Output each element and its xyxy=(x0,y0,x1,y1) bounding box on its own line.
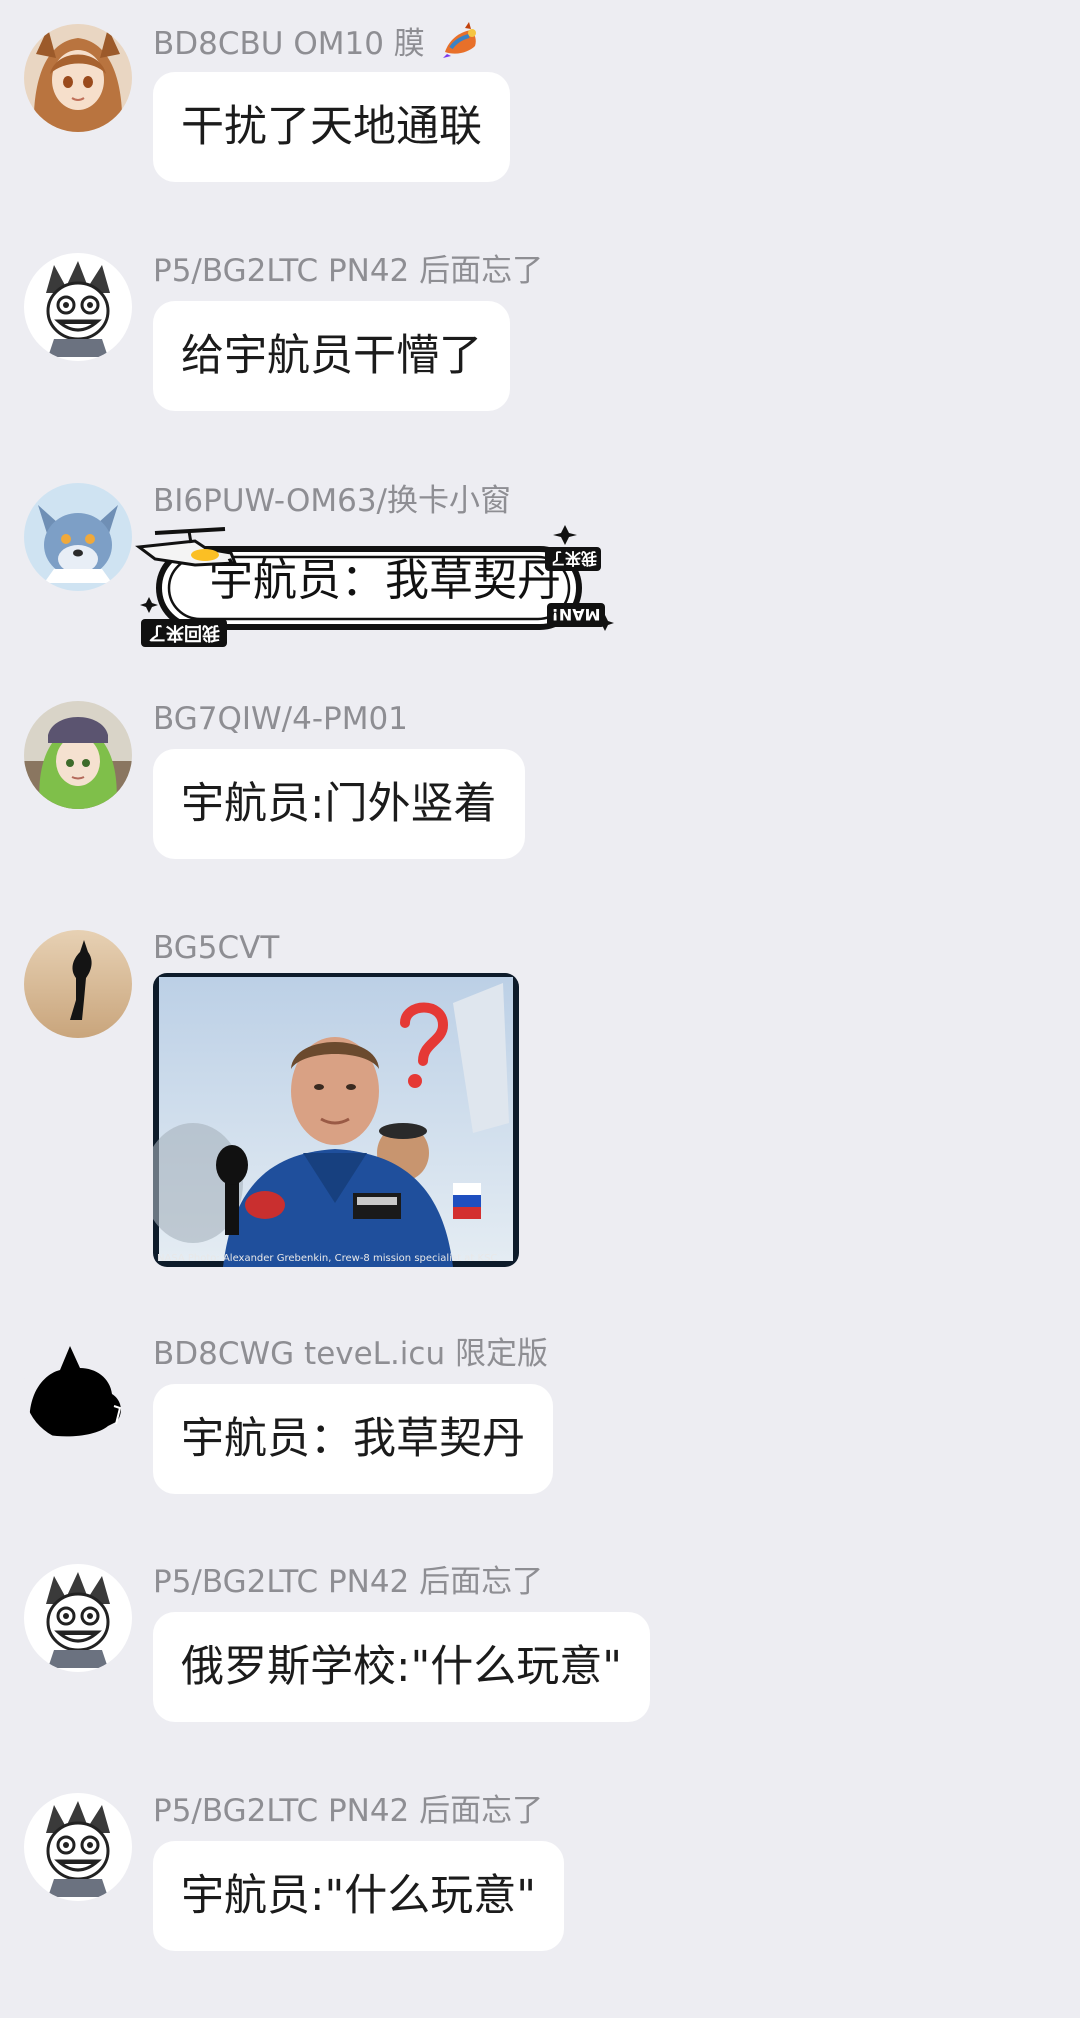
sender-name: BG5CVT xyxy=(153,930,280,966)
sender-name: P5/BG2LTC PN42 后面忘了 xyxy=(153,253,544,289)
message-bubble[interactable]: 给宇航员干懵了 xyxy=(153,301,510,411)
black-cat-avatar[interactable] xyxy=(24,1334,132,1442)
silhouette-beach-avatar[interactable] xyxy=(24,930,132,1038)
blue-furry-avatar[interactable] xyxy=(24,483,132,591)
astronaut-question-mark-photo[interactable]: NASA Photo: Alexander Grebenkin, Crew-8 … xyxy=(153,973,519,1267)
message-row: BG5CVT NASA Photo: Alexander Grebenkin, … xyxy=(0,928,1080,1298)
sticker-deco-bottom-left: 我回来了 xyxy=(148,622,220,643)
message-bubble[interactable]: 俄罗斯学校:"什么玩意" xyxy=(153,1612,651,1722)
helicopter-banner-sticker[interactable]: 我来了 MAN! 我回来了 宇航员：我草契丹 xyxy=(135,519,619,651)
sender-name-text: BD8CBU OM10 膜 xyxy=(153,26,425,62)
message-row: P5/BG2LTC PN42 后面忘了 宇航员:"什么玩意" xyxy=(0,1791,1080,1971)
dragon-emoji-icon xyxy=(441,22,483,60)
message-row: BG7QIW/4-PM01 宇航员:门外竖着 xyxy=(0,699,1080,879)
cartoon-grin-avatar[interactable] xyxy=(24,1564,132,1672)
sender-name: P5/BG2LTC PN42 后面忘了 xyxy=(153,1564,544,1600)
message-row: P5/BG2LTC PN42 后面忘了 俄罗斯学校:"什么玩意" xyxy=(0,1562,1080,1742)
message-row: P5/BG2LTC PN42 后面忘了 给宇航员干懵了 xyxy=(0,251,1080,431)
message-bubble[interactable]: 宇航员:门外竖着 xyxy=(153,749,525,859)
green-hair-girl-avatar[interactable] xyxy=(24,701,132,809)
message-row: BI6PUW-OM63/换卡小窗 我来了 MAN! 我回来了 宇航员：我草契丹 xyxy=(0,481,1080,671)
photo-caption: NASA Photo: Alexander Grebenkin, Crew-8 … xyxy=(157,1253,498,1264)
sender-name: BD8CBU OM10 膜 xyxy=(153,22,483,64)
sender-name: BG7QIW/4-PM01 xyxy=(153,701,408,737)
cartoon-grin-avatar[interactable] xyxy=(24,253,132,361)
sticker-caption: 宇航员：我草契丹 xyxy=(209,555,561,606)
message-row: BD8CWG teveL.icu 限定版 宇航员：我草契丹 xyxy=(0,1334,1080,1514)
sender-name: BD8CWG teveL.icu 限定版 xyxy=(153,1336,548,1372)
photo-graphic xyxy=(153,977,513,1267)
message-row: BD8CBU OM10 膜 干扰了天地通联 xyxy=(0,22,1080,202)
message-bubble[interactable]: 宇航员:"什么玩意" xyxy=(153,1841,565,1951)
message-bubble[interactable]: 宇航员：我草契丹 xyxy=(153,1384,553,1494)
sender-name: BI6PUW-OM63/换卡小窗 xyxy=(153,483,511,519)
cartoon-grin-avatar[interactable] xyxy=(24,1793,132,1901)
sender-name: P5/BG2LTC PN42 后面忘了 xyxy=(153,1793,544,1829)
anime-wolf-girl-avatar[interactable] xyxy=(24,24,132,132)
message-bubble[interactable]: 干扰了天地通联 xyxy=(153,72,510,182)
